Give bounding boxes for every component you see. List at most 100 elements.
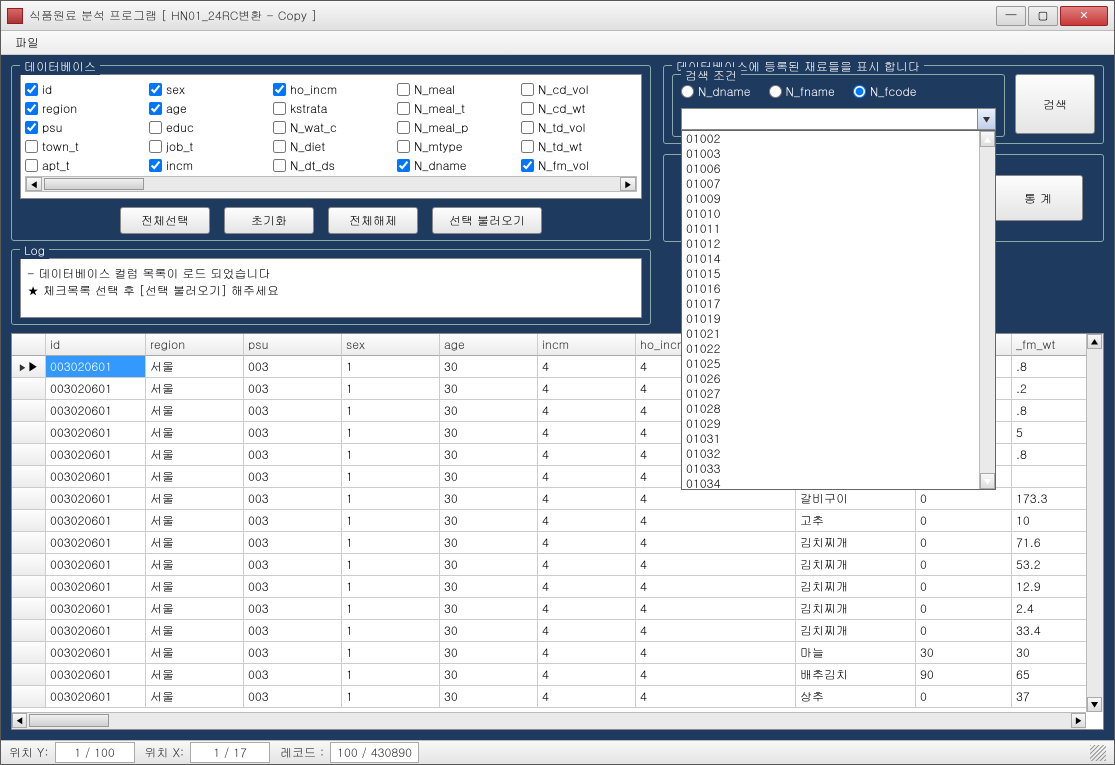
dropdown-vscroll[interactable]: ▲ ▼	[979, 131, 995, 489]
column-check-job_t[interactable]: job_t	[149, 138, 265, 155]
row-header[interactable]	[12, 664, 46, 686]
grid-cell[interactable]: 4	[636, 620, 796, 642]
grid-cell[interactable]: 003	[244, 686, 342, 708]
grid-cell[interactable]: 1	[342, 488, 440, 510]
col-header-incm[interactable]: incm	[538, 334, 636, 356]
grid-cell[interactable]: 4	[636, 664, 796, 686]
grid-cell[interactable]: 서울	[146, 576, 244, 598]
grid-cell[interactable]: 1	[342, 356, 440, 378]
column-check-educ[interactable]: educ	[149, 119, 265, 136]
grid-cell[interactable]: 30	[440, 686, 538, 708]
grid-cell[interactable]: 30	[440, 576, 538, 598]
checkbox-town_t[interactable]	[25, 140, 38, 153]
grid-cell[interactable]: 서울	[146, 400, 244, 422]
col-header-sex[interactable]: sex	[342, 334, 440, 356]
grid-cell[interactable]: 4	[538, 620, 636, 642]
checkbox-educ[interactable]	[149, 121, 162, 134]
column-check-N_dname[interactable]: N_dname	[397, 157, 513, 174]
grid-cell[interactable]: 서울	[146, 598, 244, 620]
grid-cell[interactable]: 1	[342, 510, 440, 532]
column-check-N_fm_vol[interactable]: N_fm_vol	[521, 157, 637, 174]
column-check-apt_t[interactable]: apt_t	[25, 157, 141, 174]
row-header[interactable]: ▶	[12, 356, 46, 378]
dropdown-item[interactable]: 01014	[682, 251, 979, 266]
grid-cell[interactable]: 003	[244, 642, 342, 664]
dropdown-item[interactable]: 01034	[682, 476, 979, 490]
checkbox-age[interactable]	[149, 102, 162, 115]
column-check-N_wat_c[interactable]: N_wat_c	[273, 119, 389, 136]
checkbox-N_fm_vol[interactable]	[521, 159, 534, 172]
grid-cell[interactable]: 003	[244, 576, 342, 598]
close-button[interactable]: ✕	[1060, 6, 1108, 26]
row-header[interactable]	[12, 422, 46, 444]
grid-cell[interactable]: 상추	[796, 686, 916, 708]
grid-cell[interactable]: 003020601	[46, 488, 146, 510]
grid-cell[interactable]: 003020601	[46, 554, 146, 576]
grid-cell[interactable]: 003020601	[46, 598, 146, 620]
row-header[interactable]	[12, 620, 46, 642]
grid-cell[interactable]: 4	[538, 488, 636, 510]
grid-hscroll[interactable]: ◀ ▶	[12, 712, 1086, 729]
dropdown-item[interactable]: 01015	[682, 266, 979, 281]
column-check-kstrata[interactable]: kstrata	[273, 100, 389, 117]
row-header[interactable]	[12, 642, 46, 664]
checkbox-N_td_vol[interactable]	[521, 121, 534, 134]
checkbox-N_dname[interactable]	[397, 159, 410, 172]
grid-cell[interactable]: 서울	[146, 466, 244, 488]
checkbox-N_dt_ds[interactable]	[273, 159, 286, 172]
grid-cell[interactable]: 4	[538, 510, 636, 532]
column-check-N_meal[interactable]: N_meal	[397, 81, 513, 98]
grid-cell[interactable]: 서울	[146, 620, 244, 642]
col-header-psu[interactable]: psu	[244, 334, 342, 356]
checkbox-N_meal_p[interactable]	[397, 121, 410, 134]
hscroll-thumb[interactable]	[44, 178, 144, 190]
grid-cell[interactable]: 4	[538, 576, 636, 598]
stats-button[interactable]: 통 계	[993, 175, 1083, 221]
hscroll-left-icon[interactable]: ◀	[26, 177, 42, 191]
checkbox-N_cd_wt[interactable]	[521, 102, 534, 115]
grid-cell[interactable]: 0	[916, 576, 1012, 598]
radio-input-fname[interactable]	[769, 85, 782, 98]
grid-cell[interactable]: 김치찌개	[796, 576, 916, 598]
grid-cell[interactable]: 1	[342, 466, 440, 488]
dropdown-item[interactable]: 01026	[682, 371, 979, 386]
row-header[interactable]	[12, 532, 46, 554]
dropdown-item[interactable]: 01019	[682, 311, 979, 326]
checkbox-id[interactable]	[25, 83, 38, 96]
grid-cell[interactable]: 김치찌개	[796, 532, 916, 554]
grid-cell[interactable]: 90	[916, 664, 1012, 686]
grid-cell[interactable]: 4	[538, 664, 636, 686]
column-check-N_diet[interactable]: N_diet	[273, 138, 389, 155]
column-check-ho_incm[interactable]: ho_incm	[273, 81, 389, 98]
grid-cell[interactable]: 4	[538, 466, 636, 488]
grid-cell[interactable]: 30	[440, 532, 538, 554]
grid-cell[interactable]: 003020601	[46, 400, 146, 422]
dropdown-item[interactable]: 01006	[682, 161, 979, 176]
column-check-N_td_vol[interactable]: N_td_vol	[521, 119, 637, 136]
grid-cell[interactable]: 4	[636, 532, 796, 554]
radio-fcode[interactable]: N_fcode	[853, 83, 917, 100]
dropdown-item[interactable]: 01012	[682, 236, 979, 251]
grid-vscroll-down-icon[interactable]: ▼	[1087, 697, 1102, 712]
reset-button[interactable]: 초기화	[224, 207, 314, 234]
grid-cell[interactable]: 4	[538, 686, 636, 708]
grid-cell[interactable]: 서울	[146, 422, 244, 444]
column-check-age[interactable]: age	[149, 100, 265, 117]
grid-cell[interactable]: 0	[916, 598, 1012, 620]
radio-dname[interactable]: N_dname	[681, 83, 751, 100]
grid-cell[interactable]: 4	[538, 400, 636, 422]
grid-cell[interactable]: 30	[440, 488, 538, 510]
grid-cell[interactable]: 003020601	[46, 510, 146, 532]
grid-cell[interactable]: 0	[916, 554, 1012, 576]
checkbox-job_t[interactable]	[149, 140, 162, 153]
dropdown-item[interactable]: 01002	[682, 131, 979, 146]
grid-cell[interactable]: 30	[440, 642, 538, 664]
grid-cell[interactable]: 30	[440, 510, 538, 532]
checkbox-N_meal[interactable]	[397, 83, 410, 96]
grid-cell[interactable]: 김치찌개	[796, 598, 916, 620]
dropdown-toggle-icon[interactable]: ▼	[977, 109, 995, 129]
grid-cell[interactable]: 0	[916, 620, 1012, 642]
grid-cell[interactable]: 김치찌개	[796, 620, 916, 642]
checkbox-N_diet[interactable]	[273, 140, 286, 153]
col-header-age[interactable]: age	[440, 334, 538, 356]
